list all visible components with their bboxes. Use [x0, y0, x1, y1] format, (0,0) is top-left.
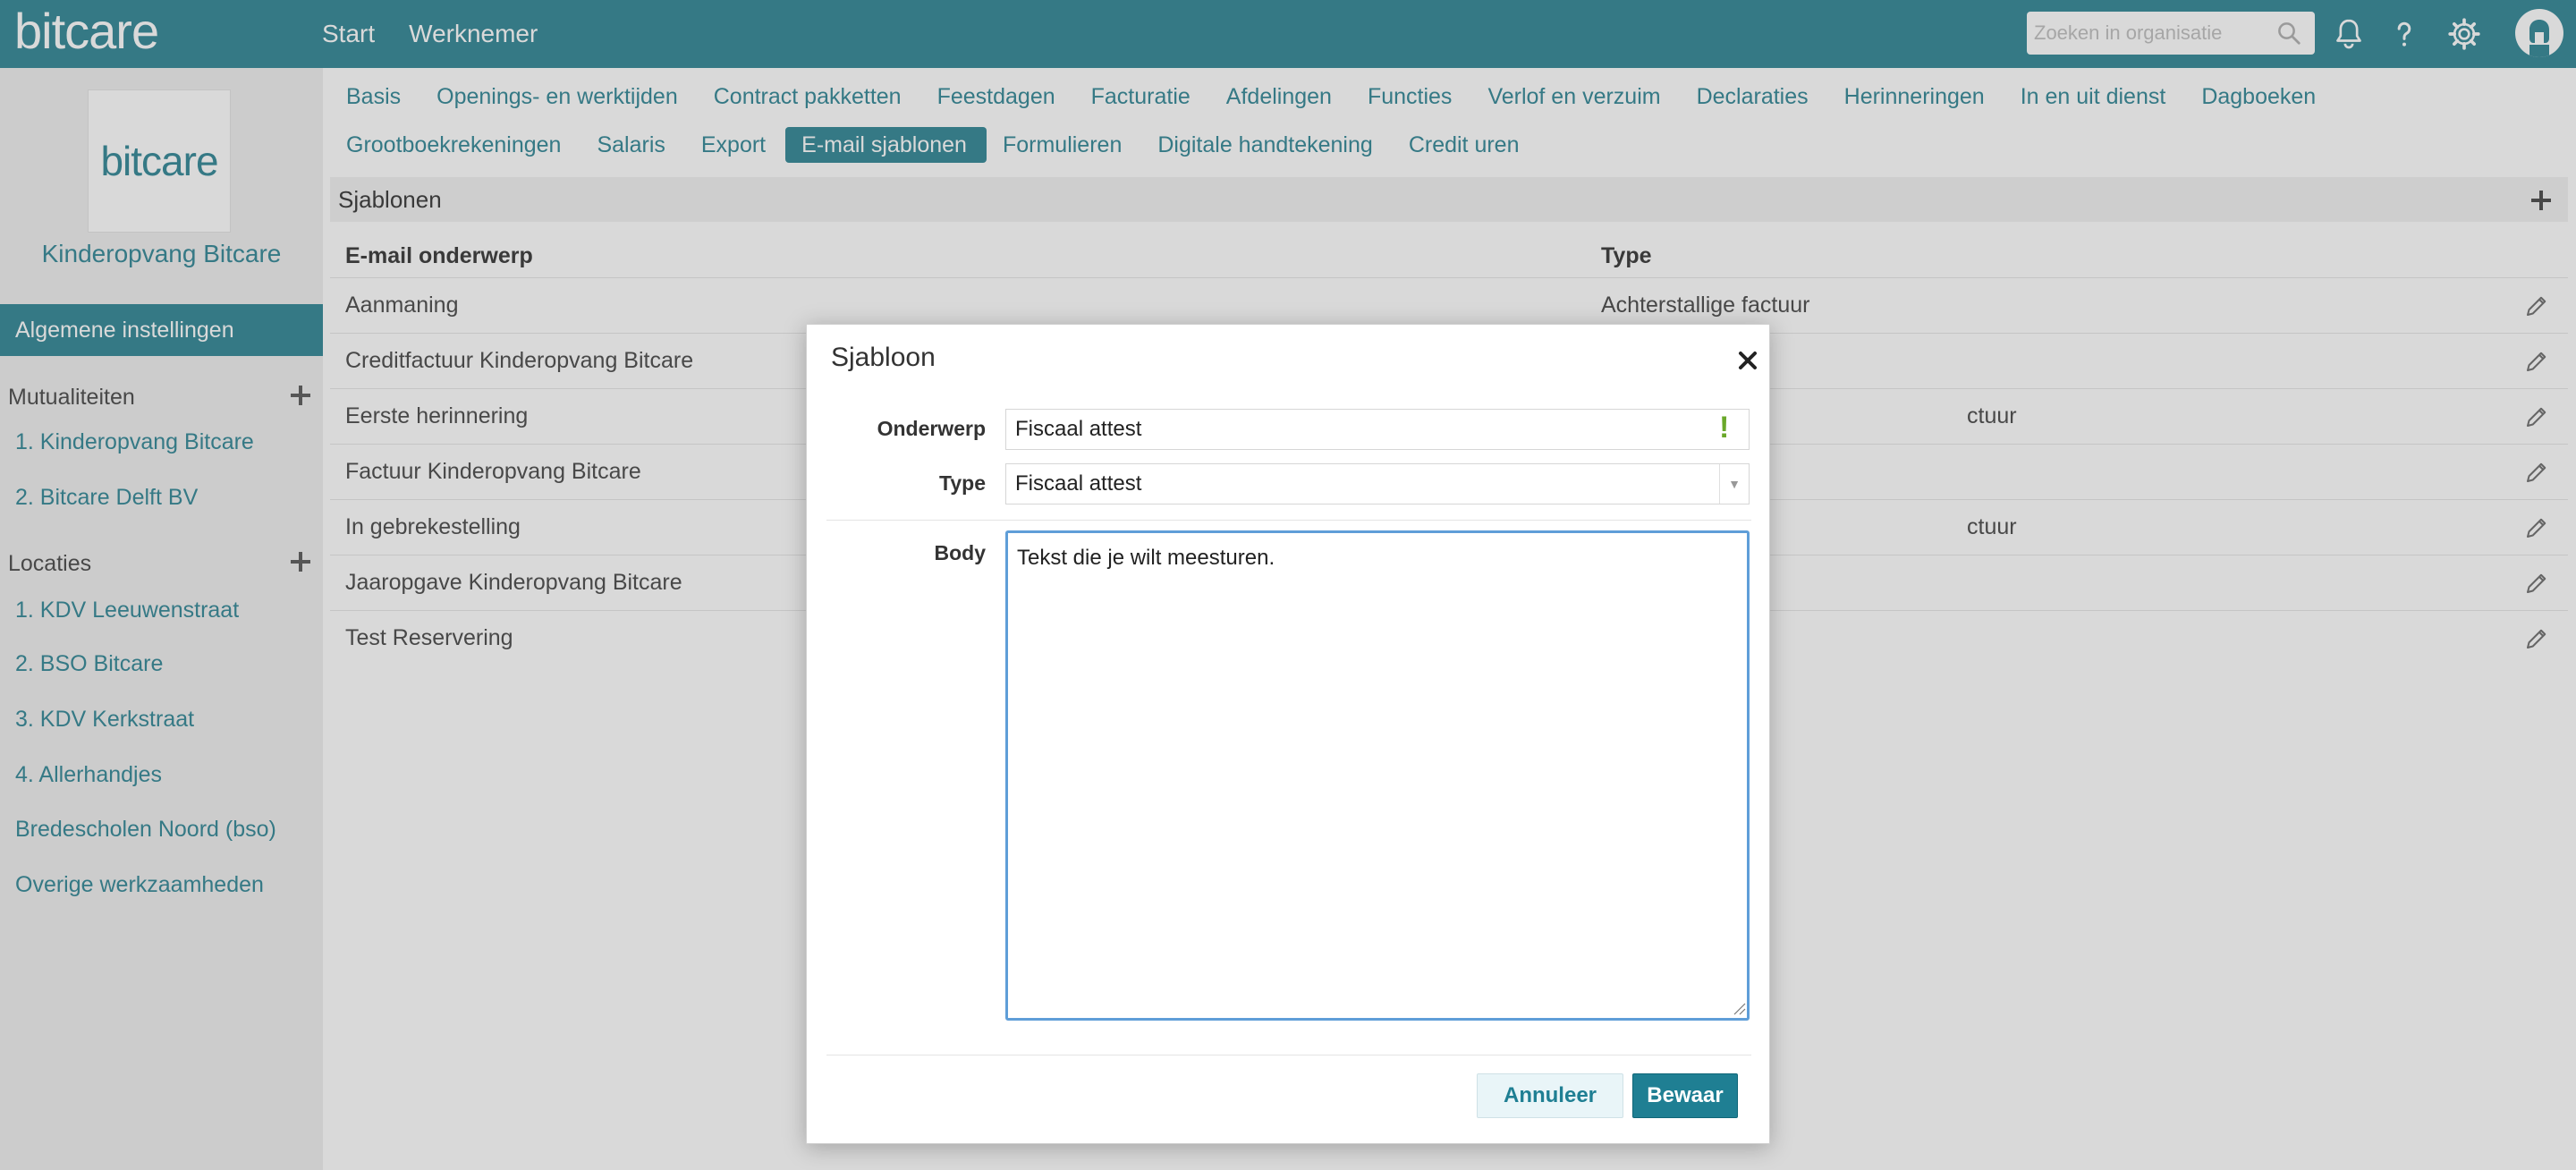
- dialog-title: Sjabloon: [831, 343, 936, 372]
- required-warning-icon: !: [1719, 411, 1730, 445]
- template-dialog: Sjabloon Onderwerp ! Type Fiscaal attest…: [806, 324, 1770, 1144]
- subject-input[interactable]: [1005, 409, 1750, 450]
- subject-label: Onderwerp: [877, 417, 986, 440]
- save-button[interactable]: Bewaar: [1632, 1073, 1738, 1118]
- type-label: Type: [939, 471, 986, 495]
- type-select-value: Fiscaal attest: [1015, 471, 1142, 496]
- footer-divider: [826, 1055, 1751, 1056]
- close-icon[interactable]: [1737, 350, 1758, 371]
- cancel-button[interactable]: Annuleer: [1477, 1073, 1623, 1118]
- body-label: Body: [934, 541, 987, 564]
- chevron-down-icon[interactable]: ▼: [1719, 464, 1749, 504]
- type-select[interactable]: Fiscaal attest ▼: [1005, 463, 1750, 504]
- resize-grip-icon[interactable]: [1732, 1001, 1746, 1015]
- body-textarea[interactable]: Tekst die je wilt meesturen.: [1005, 530, 1750, 1021]
- form-divider: [826, 520, 1751, 521]
